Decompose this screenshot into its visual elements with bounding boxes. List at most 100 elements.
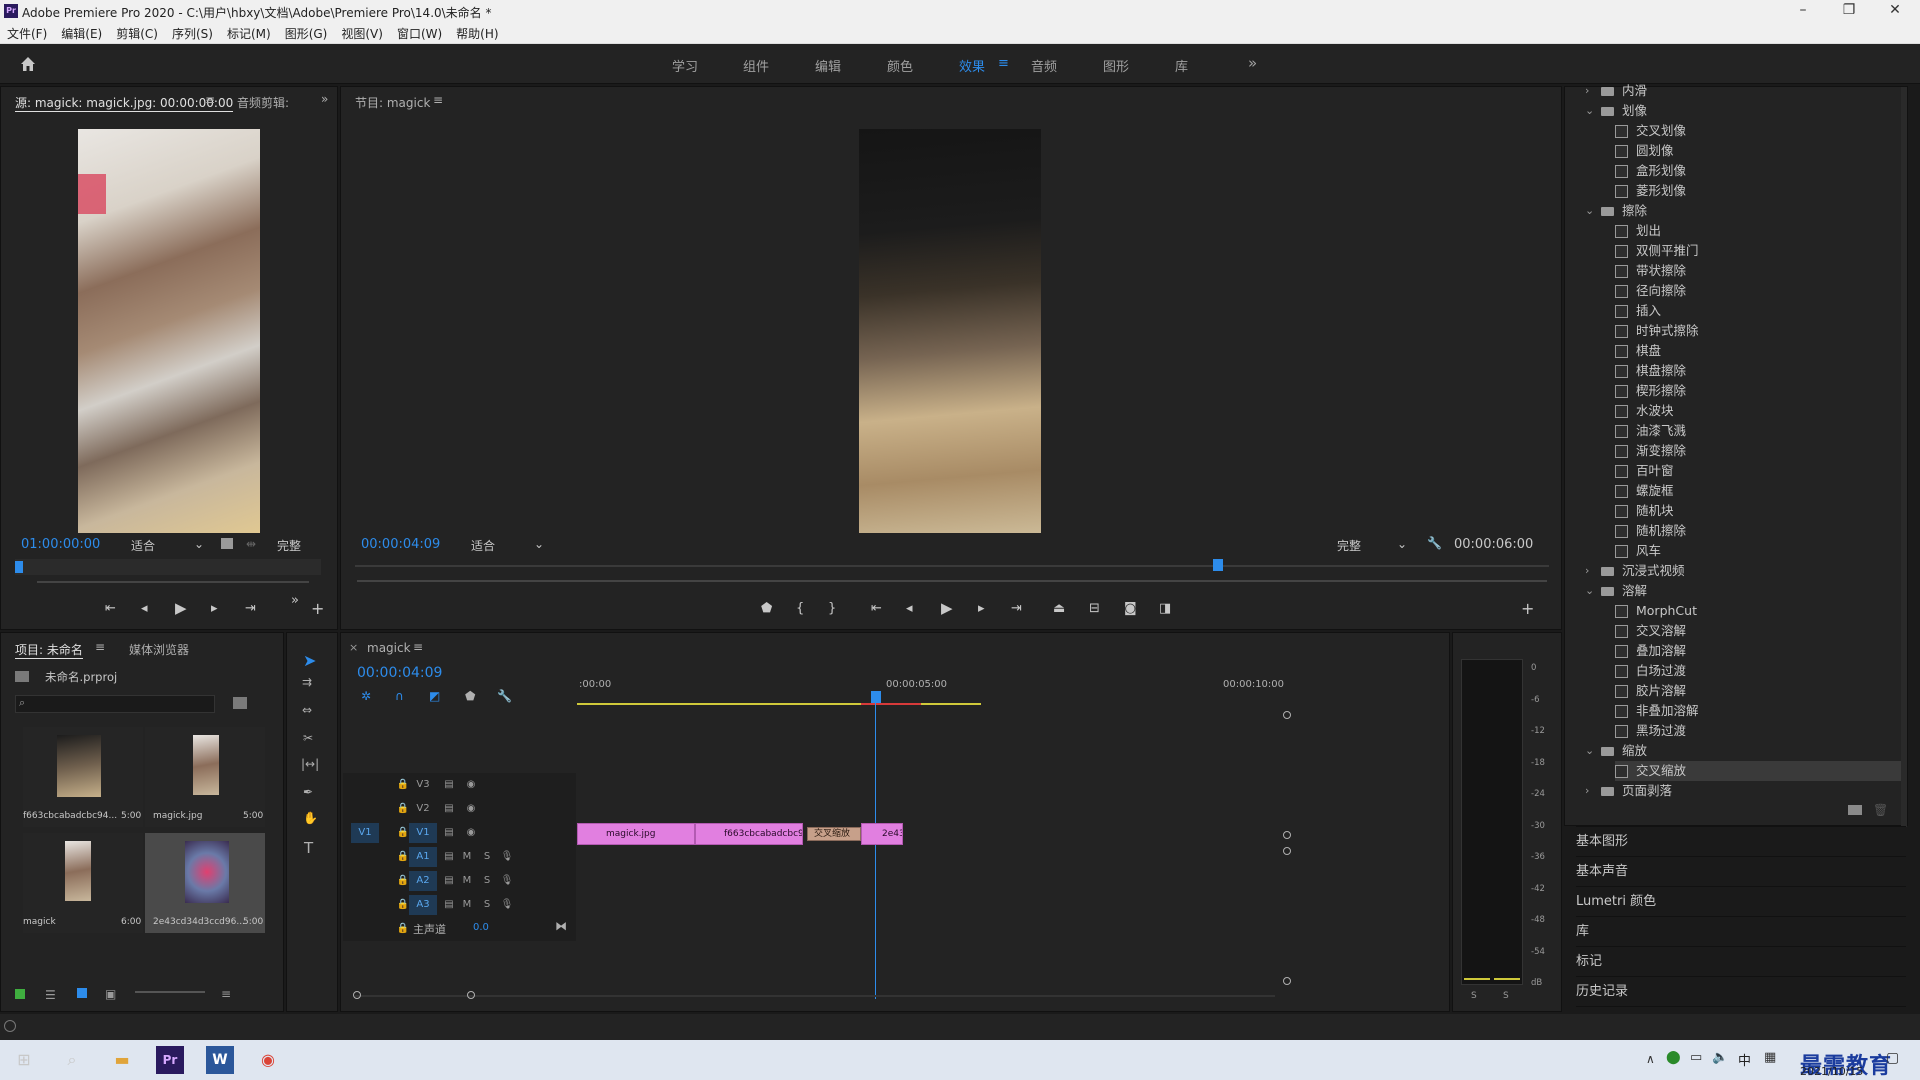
timeline-tab[interactable]: magick bbox=[367, 641, 411, 655]
menu-graphics[interactable]: 图形(G) bbox=[278, 22, 335, 42]
go-to-in-icon[interactable]: ⇤ bbox=[871, 601, 882, 616]
workspace-tab-assembly[interactable]: 组件 bbox=[743, 56, 769, 75]
workspace-tab-audio[interactable]: 音频 bbox=[1031, 56, 1057, 75]
razor-tool-icon[interactable]: ✂ bbox=[303, 731, 313, 745]
marker-icon[interactable]: ⬟ bbox=[761, 601, 772, 616]
effects-item[interactable]: 风车 bbox=[1615, 541, 1901, 561]
effects-item[interactable]: 楔形擦除 bbox=[1615, 381, 1901, 401]
workspace-menu-icon[interactable]: ≡ bbox=[998, 56, 1009, 71]
effects-item[interactable]: 双侧平推门 bbox=[1615, 241, 1901, 261]
lift-icon[interactable]: ⏏ bbox=[1053, 601, 1065, 616]
h-scroll-bar[interactable] bbox=[355, 995, 1275, 997]
meter-solo-left[interactable]: S bbox=[1471, 991, 1477, 1001]
track-select-tool-icon[interactable]: ⇉ bbox=[302, 675, 312, 689]
project-tab[interactable]: 项目: 未命名 bbox=[15, 641, 83, 659]
effects-item[interactable]: 黑场过渡 bbox=[1615, 721, 1901, 741]
program-timecode[interactable]: 00:00:04:09 bbox=[361, 537, 440, 552]
insert-overwrite-icon[interactable]: ⇹ bbox=[246, 537, 256, 551]
source-monitor-tab[interactable]: 源: magick: magick.jpg: 00:00:00:00 bbox=[15, 94, 234, 112]
eye-icon[interactable]: ◉ bbox=[457, 823, 485, 843]
chevron-right-icon[interactable]: › bbox=[1585, 564, 1589, 577]
keyboard-icon[interactable]: ▦ bbox=[1764, 1050, 1776, 1065]
pen-tool-icon[interactable]: ✒ bbox=[303, 785, 313, 799]
v-scroll-handle[interactable] bbox=[1283, 977, 1291, 985]
side-panel-history[interactable]: 历史记录 bbox=[1576, 976, 1906, 1006]
side-panel-lumetri-color[interactable]: Lumetri 颜色 bbox=[1576, 886, 1906, 916]
project-item[interactable]: f663cbcabadcbc94... 5:00 bbox=[23, 727, 143, 827]
go-to-out-icon[interactable]: ⇥ bbox=[1011, 601, 1022, 616]
new-bin-icon[interactable] bbox=[233, 697, 247, 709]
side-panel-essential-sound[interactable]: 基本声音 bbox=[1576, 856, 1906, 886]
menu-window[interactable]: 窗口(W) bbox=[390, 22, 449, 42]
effects-item[interactable]: 插入 bbox=[1615, 301, 1901, 321]
effects-item[interactable]: 水波块 bbox=[1615, 401, 1901, 421]
tray-app-icon[interactable]: ⬤ bbox=[1666, 1050, 1681, 1065]
effects-item[interactable]: 交叉划像 bbox=[1615, 121, 1901, 141]
menu-sequence[interactable]: 序列(S) bbox=[165, 22, 220, 42]
close-button[interactable]: ✕ bbox=[1872, 0, 1918, 22]
side-panel-libraries[interactable]: 库 bbox=[1576, 916, 1906, 946]
effects-item[interactable]: 百叶窗 bbox=[1615, 461, 1901, 481]
chevron-right-icon[interactable]: › bbox=[1585, 84, 1589, 97]
program-ruler[interactable] bbox=[355, 565, 1549, 567]
camera-icon[interactable]: ◙ bbox=[1124, 601, 1137, 616]
effects-item[interactable]: 盒形划像 bbox=[1615, 161, 1901, 181]
effects-item[interactable]: 圆划像 bbox=[1615, 141, 1901, 161]
chevron-down-icon[interactable]: ⌄ bbox=[1585, 584, 1594, 597]
panel-menu-icon[interactable]: ≡ bbox=[205, 93, 215, 107]
microphone-icon[interactable]: 🎙 bbox=[493, 847, 521, 867]
panel-menu-icon[interactable]: ≡ bbox=[433, 93, 443, 107]
play-icon[interactable]: ▶ bbox=[175, 599, 187, 617]
slip-tool-icon[interactable]: |↔| bbox=[301, 757, 319, 771]
track-name[interactable]: V3 bbox=[409, 775, 437, 795]
menu-clip[interactable]: 剪辑(C) bbox=[109, 22, 165, 42]
effects-item[interactable]: 胶片溶解 bbox=[1615, 681, 1901, 701]
transition-cross-zoom[interactable]: 交叉缩放 bbox=[807, 827, 861, 841]
effects-item[interactable]: 白场过渡 bbox=[1615, 661, 1901, 681]
workspace-overflow-button[interactable]: » bbox=[1248, 54, 1257, 72]
menu-view[interactable]: 视图(V) bbox=[334, 22, 390, 42]
mark-in-icon[interactable]: { bbox=[796, 601, 804, 616]
workspace-tab-color[interactable]: 颜色 bbox=[887, 56, 913, 75]
step-back-icon[interactable]: ◂ bbox=[141, 601, 148, 616]
extract-icon[interactable]: ⊟ bbox=[1089, 601, 1100, 616]
zoom-slider[interactable] bbox=[135, 991, 205, 993]
chevron-down-icon[interactable]: ⌄ bbox=[1585, 204, 1594, 217]
timeline-clip[interactable]: magick.jpg bbox=[577, 823, 695, 845]
go-to-end-icon[interactable]: ⧓ bbox=[555, 919, 567, 933]
workspace-tab-libraries[interactable]: 库 bbox=[1175, 56, 1188, 75]
program-quality-dropdown[interactable]: 完整 bbox=[1337, 537, 1361, 554]
effects-item[interactable]: 螺旋框 bbox=[1615, 481, 1901, 501]
icon-view-icon[interactable] bbox=[77, 988, 87, 998]
sort-icon[interactable]: ≡ bbox=[221, 987, 231, 1001]
effects-item[interactable]: 随机擦除 bbox=[1615, 521, 1901, 541]
effects-item[interactable]: 菱形划像 bbox=[1615, 181, 1901, 201]
snap-icon[interactable]: ∩ bbox=[395, 689, 404, 703]
side-panel-essential-graphics[interactable]: 基本图形 bbox=[1576, 826, 1906, 856]
program-zoom-dropdown[interactable]: 适合 bbox=[471, 537, 495, 554]
track-name[interactable]: V2 bbox=[409, 799, 437, 819]
track-name[interactable]: A2 bbox=[409, 871, 437, 891]
meter-solo-right[interactable]: S bbox=[1503, 991, 1509, 1001]
track-name[interactable]: A1 bbox=[409, 847, 437, 867]
search-icon[interactable]: ⌕ bbox=[58, 1046, 86, 1074]
effects-item[interactable]: 交叉溶解 bbox=[1615, 621, 1901, 641]
menu-file[interactable]: 文件(F) bbox=[0, 22, 54, 42]
track-name[interactable]: A3 bbox=[409, 895, 437, 915]
source-quality-dropdown[interactable]: 完整 bbox=[277, 537, 301, 554]
track-name[interactable]: V1 bbox=[409, 823, 437, 843]
chevron-down-icon[interactable]: ⌄ bbox=[1585, 104, 1594, 117]
add-button-icon[interactable]: + bbox=[1521, 599, 1534, 618]
chevron-down-icon[interactable]: ⌄ bbox=[1585, 744, 1594, 757]
selection-tool-icon[interactable]: ➤ bbox=[303, 651, 316, 670]
timeline-playhead-handle[interactable] bbox=[871, 691, 881, 703]
h-scroll-handle[interactable] bbox=[467, 991, 475, 999]
side-panel-markers[interactable]: 标记 bbox=[1576, 946, 1906, 976]
maximize-button[interactable]: ❐ bbox=[1826, 0, 1872, 22]
menu-help[interactable]: 帮助(H) bbox=[449, 22, 505, 42]
project-search-input[interactable] bbox=[15, 695, 215, 713]
source-patch-v1[interactable]: V1 bbox=[351, 823, 379, 843]
wrench-icon[interactable]: 🔧 bbox=[1427, 536, 1442, 550]
effects-item[interactable]: 带状擦除 bbox=[1615, 261, 1901, 281]
media-browser-tab[interactable]: 媒体浏览器 bbox=[129, 641, 189, 658]
